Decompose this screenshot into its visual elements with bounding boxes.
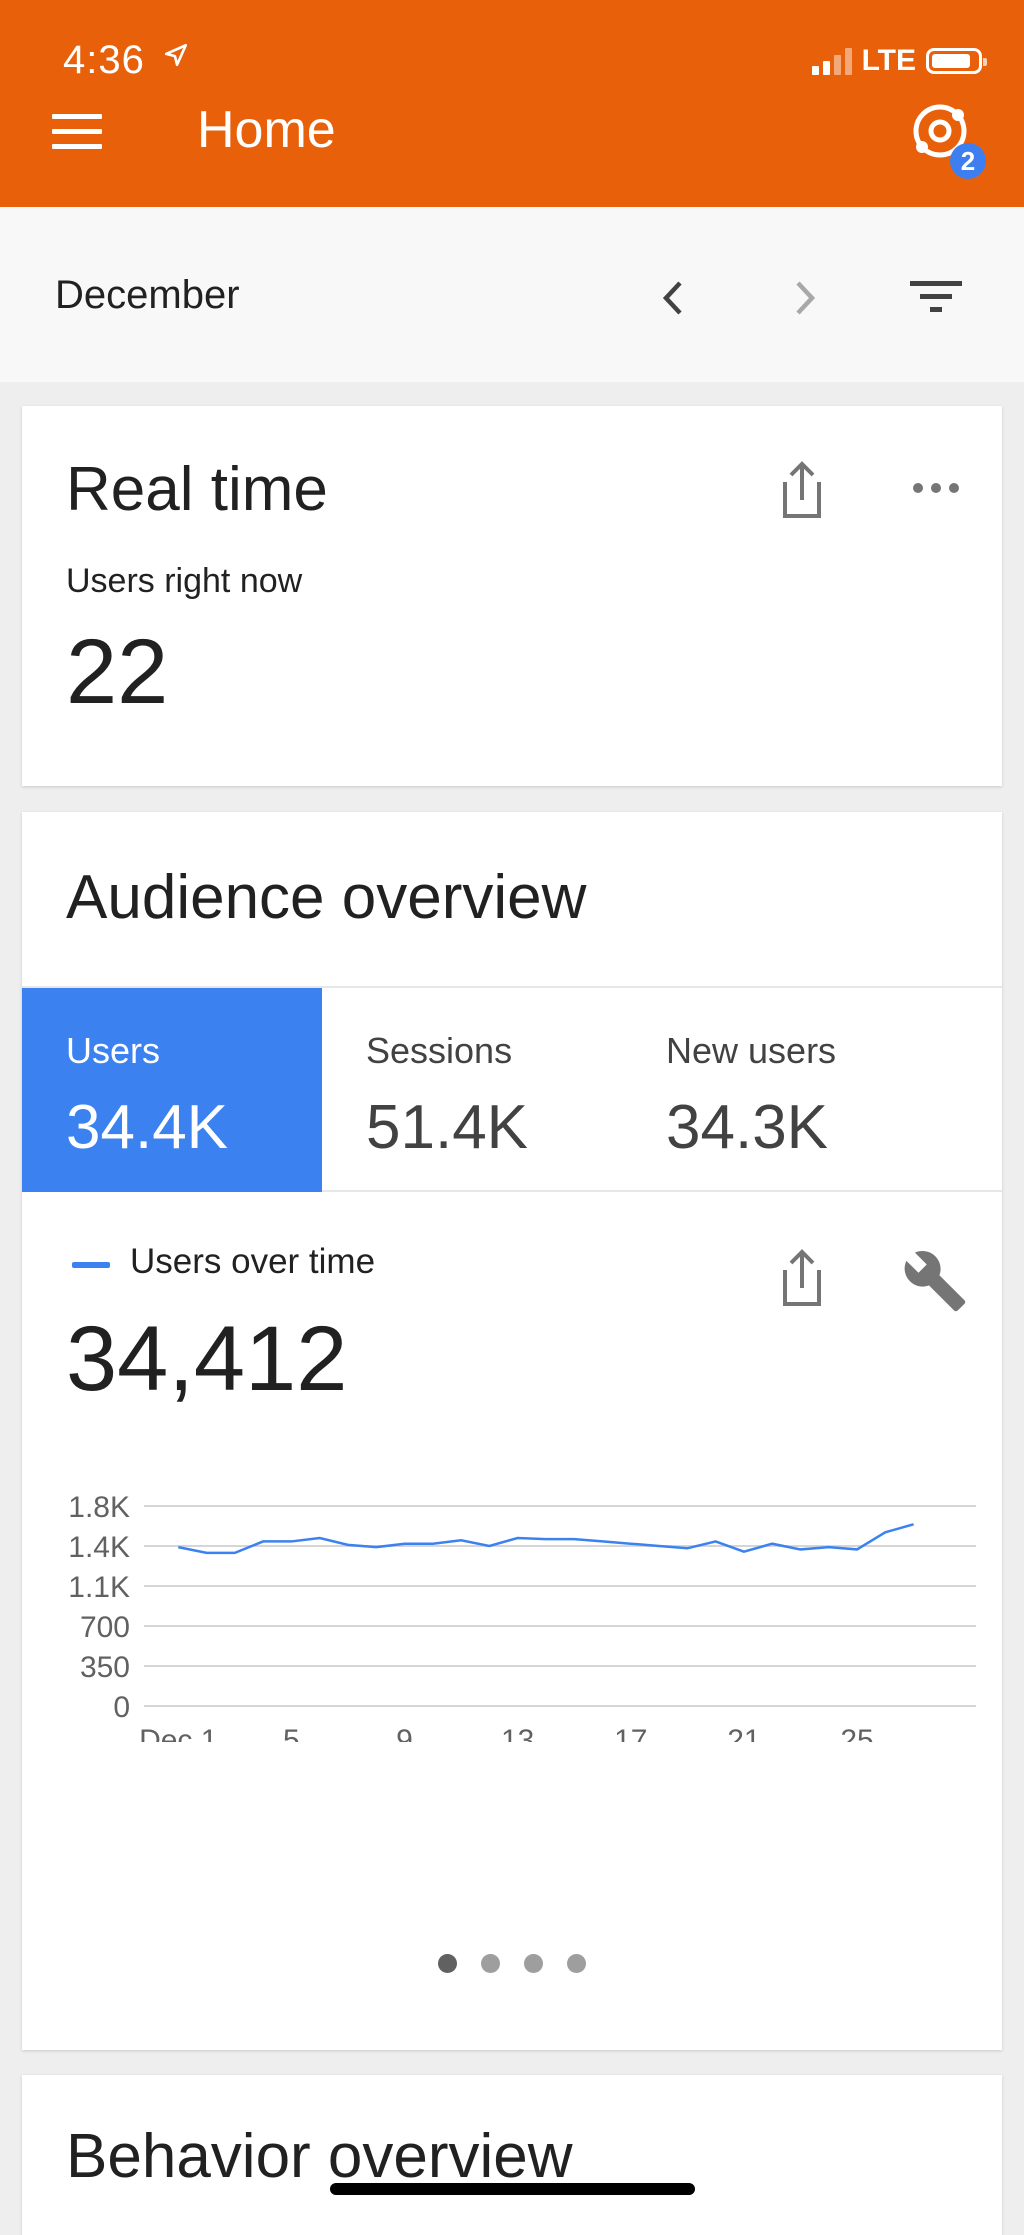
- network-label: LTE: [862, 44, 916, 78]
- home-indicator: [330, 2183, 695, 2195]
- realtime-subtitle: Users right now: [66, 562, 302, 601]
- x-tick-label: 17: [614, 1724, 647, 1742]
- users-line-chart: 1.8K 1.4K 1.1K 700 350 0 Dec 1 5 9 13 17 21 25: [22, 1452, 1002, 1742]
- tab-label: New users: [666, 1030, 836, 1072]
- status-indicators: LTE: [812, 44, 982, 78]
- tab-value: 34.3K: [666, 1092, 828, 1163]
- y-tick-label: 1.8K: [68, 1491, 130, 1524]
- x-tick-label: 9: [396, 1724, 413, 1742]
- tab-value: 51.4K: [366, 1092, 528, 1163]
- chart-pager: [22, 1954, 1002, 1973]
- realtime-more-button[interactable]: [910, 476, 962, 500]
- realtime-value: 22: [66, 620, 168, 725]
- metric-tabs: Users 34.4K Sessions 51.4K New users 34.…: [22, 986, 1002, 1192]
- tab-value: 34.4K: [66, 1092, 228, 1163]
- behavior-card: Behavior overview: [22, 2075, 1002, 2235]
- realtime-share-button[interactable]: [777, 458, 827, 522]
- x-tick-label: 13: [501, 1724, 534, 1742]
- y-tick-label: 1.4K: [68, 1531, 130, 1564]
- audience-title: Audience overview: [66, 862, 586, 933]
- y-tick-label: 0: [113, 1691, 130, 1724]
- app-bar: 4:36 LTE Home 2: [0, 0, 1024, 207]
- audience-card: Audience overview Users 34.4K Sessions 5…: [22, 812, 1002, 2050]
- month-label: December: [55, 273, 240, 318]
- tab-new-users[interactable]: New users 34.3K: [622, 988, 922, 1192]
- filter-button[interactable]: [908, 277, 964, 317]
- pager-dot[interactable]: [567, 1954, 586, 1973]
- legend-swatch: [72, 1262, 110, 1268]
- behavior-title: Behavior overview: [66, 2121, 573, 2192]
- wrench-icon: [902, 1248, 968, 1314]
- previous-month-button[interactable]: [654, 273, 694, 323]
- status-time: 4:36: [63, 38, 145, 83]
- menu-button[interactable]: [52, 114, 102, 150]
- chevron-left-icon: [654, 273, 694, 323]
- tab-label: Sessions: [366, 1030, 512, 1072]
- battery-icon: [926, 48, 982, 74]
- notification-badge: 2: [950, 143, 986, 179]
- chart-share-button[interactable]: [777, 1246, 827, 1310]
- realtime-title: Real time: [66, 454, 328, 525]
- series-line-users: [178, 1524, 913, 1553]
- x-tick-label: 25: [840, 1724, 873, 1742]
- date-bar: December: [0, 207, 1024, 382]
- pager-dot[interactable]: [438, 1954, 457, 1973]
- x-tick-label: 21: [727, 1724, 760, 1742]
- filter-icon: [908, 277, 964, 317]
- legend-label: Users over time: [130, 1242, 375, 1282]
- more-horizontal-icon: [910, 476, 962, 500]
- tab-users[interactable]: Users 34.4K: [22, 988, 322, 1192]
- signal-icon: [812, 47, 852, 75]
- pager-dot[interactable]: [481, 1954, 500, 1973]
- tab-label: Users: [66, 1030, 160, 1072]
- x-tick-label: 5: [283, 1724, 300, 1742]
- location-arrow-icon: [163, 42, 189, 68]
- page-title: Home: [197, 100, 336, 160]
- share-icon: [777, 458, 827, 522]
- tab-sessions[interactable]: Sessions 51.4K: [322, 988, 622, 1192]
- y-tick-label: 350: [80, 1651, 130, 1684]
- share-icon: [777, 1246, 827, 1310]
- users-total: 34,412: [66, 1307, 347, 1412]
- next-month-button[interactable]: [784, 273, 824, 323]
- y-tick-label: 1.1K: [68, 1571, 130, 1604]
- realtime-card: Real time Users right now 22: [22, 406, 1002, 786]
- x-tick-label: Dec 1: [139, 1724, 217, 1742]
- y-tick-label: 700: [80, 1611, 130, 1644]
- chevron-right-icon: [784, 273, 824, 323]
- account-button[interactable]: 2: [910, 97, 982, 179]
- chart-settings-button[interactable]: [902, 1248, 968, 1314]
- pager-dot[interactable]: [524, 1954, 543, 1973]
